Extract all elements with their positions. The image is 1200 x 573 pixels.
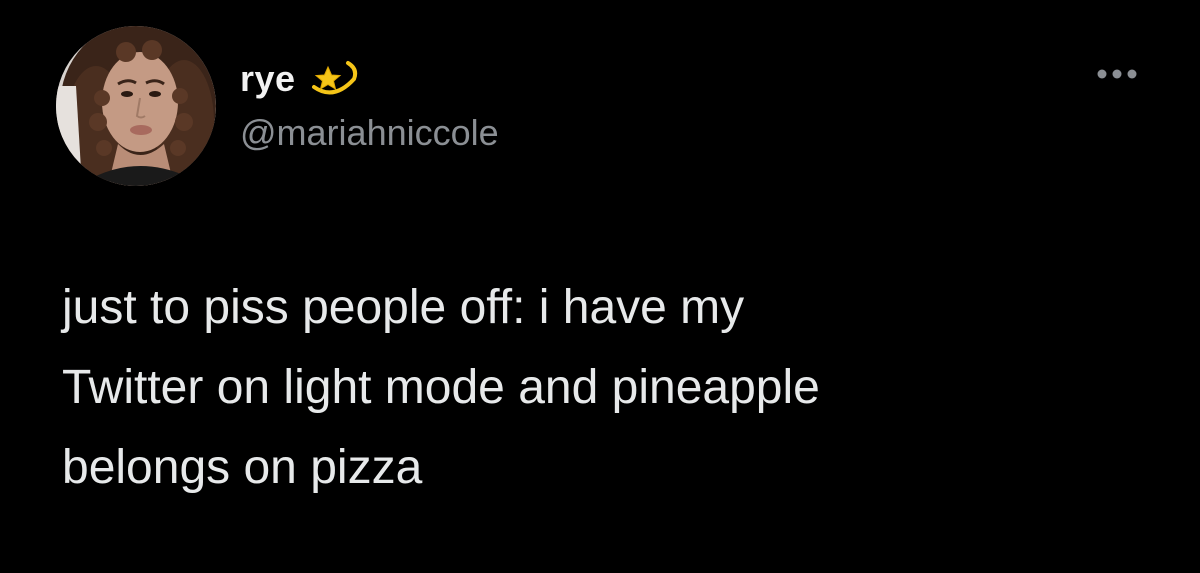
avatar[interactable] [56,26,216,186]
tweet-text: just to piss people off: i have my Twitt… [62,268,1142,508]
tweet-text-line: Twitter on light mode and pineapple [62,361,820,414]
author-handle[interactable]: @mariahniccole [240,112,499,154]
author-name-row[interactable]: rye [240,57,360,101]
dizzy-star-icon [308,57,360,101]
tweet-text-line: belongs on pizza [62,441,423,494]
display-name[interactable]: rye [240,58,296,100]
tweet-card: rye @mariahniccole just to piss people o… [0,0,1200,573]
tweet-text-line: just to piss people off: i have my [62,281,745,334]
profile-photo-icon [56,26,216,186]
more-horizontal-icon[interactable] [1094,64,1140,84]
